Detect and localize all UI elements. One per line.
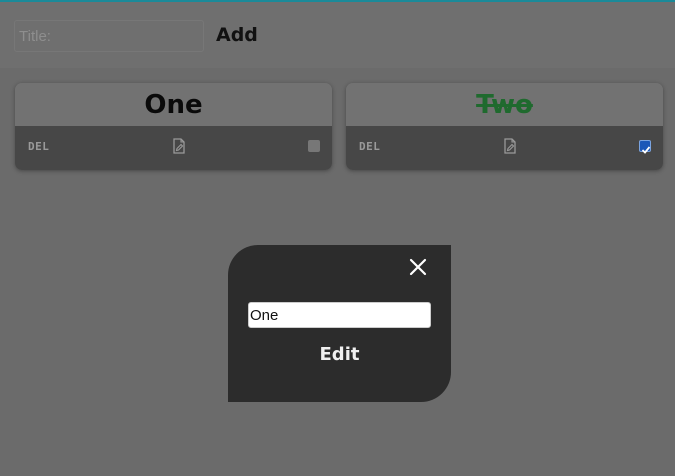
title-input[interactable] (14, 20, 204, 52)
delete-button[interactable]: DEL (28, 140, 49, 153)
todo-footer: DEL (346, 126, 663, 170)
todo-title: One (15, 83, 332, 126)
todo-card: Two DEL (346, 83, 663, 170)
done-checkbox[interactable] (308, 140, 320, 152)
header: Add (0, 2, 675, 68)
edit-title-input[interactable] (248, 302, 431, 328)
delete-button[interactable]: DEL (359, 140, 380, 153)
done-checkbox[interactable] (639, 140, 651, 154)
edit-file-icon[interactable] (172, 138, 186, 158)
edit-button[interactable]: Edit (228, 344, 451, 365)
todo-title: Two (346, 83, 663, 126)
close-icon[interactable] (408, 257, 428, 277)
todo-card: One DEL (15, 83, 332, 170)
todo-footer: DEL (15, 126, 332, 170)
add-button[interactable]: Add (216, 24, 258, 46)
checkmark-icon (641, 146, 651, 154)
edit-modal: Edit (228, 245, 451, 402)
edit-file-icon[interactable] (503, 138, 517, 158)
